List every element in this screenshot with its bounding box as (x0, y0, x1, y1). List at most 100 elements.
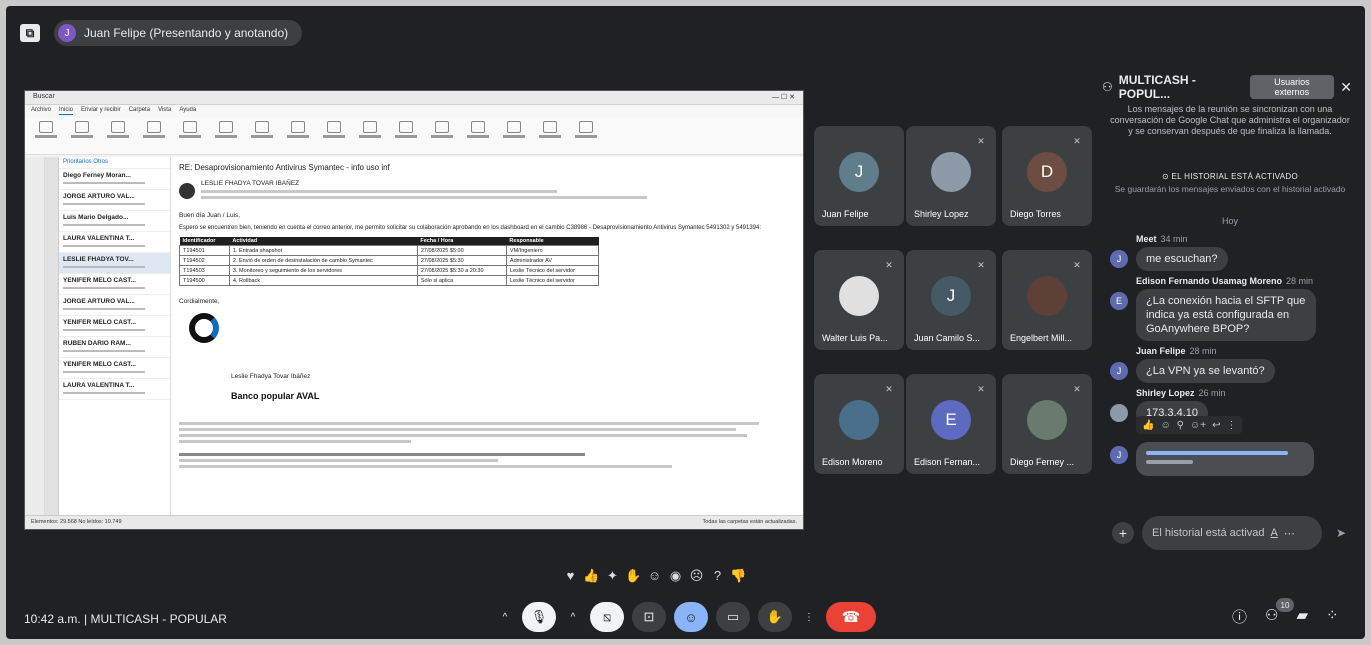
chat-panel: ⚇ MULTICASH - POPUL... Usuarios externos… (1102, 64, 1358, 584)
present-screen-icon[interactable]: ⊡ (632, 602, 666, 632)
participant-photo (1027, 400, 1067, 440)
mic-off-icon[interactable]: 🎙 (522, 602, 556, 632)
ribbon-button[interactable] (213, 121, 239, 149)
more-options-icon[interactable]: ⋯ (1284, 527, 1295, 540)
people-icon[interactable]: ⚇ (1265, 606, 1278, 627)
participant-tile[interactable]: ✕ Diego Ferney ... (1002, 374, 1092, 474)
mail-item-selected[interactable]: LESLIE FHADYA TOV... (59, 253, 170, 274)
more-options-icon[interactable]: ⋮ (800, 602, 818, 632)
outlook-search[interactable]: Buscar (33, 93, 55, 102)
participant-tile[interactable]: ✕ E Edison Fernan... (906, 374, 996, 474)
menu-enviar[interactable]: Enviar y recibir (81, 107, 121, 115)
ribbon-button[interactable] (537, 121, 563, 149)
audio-options-icon[interactable]: ^ (496, 602, 514, 632)
mail-item[interactable]: RUBEN DARIO RAM... (59, 337, 170, 358)
emoji-icon[interactable]: ☺ (1160, 420, 1170, 431)
close-icon[interactable]: ✕ (1340, 79, 1352, 96)
mail-item[interactable]: LAURA VALENTINA T... (59, 232, 170, 253)
raise-hand-icon[interactable]: ✋ (758, 602, 792, 632)
laugh-icon[interactable]: ☺ (646, 568, 663, 584)
ribbon-button[interactable] (105, 121, 131, 149)
thinking-icon[interactable]: ? (709, 568, 726, 584)
presenting-icon[interactable]: ⧉ (20, 24, 40, 42)
chat-icon[interactable]: ▰ (1296, 606, 1308, 627)
table-row: T194500 4. Rollback Sólo si aplica Leslie T… (179, 275, 600, 286)
party-icon[interactable]: ✦ (604, 568, 621, 584)
ribbon-button[interactable] (177, 121, 203, 149)
menu-inicio[interactable]: Inicio (59, 107, 74, 115)
participant-name: Diego Ferney ... (1010, 457, 1075, 467)
thumbs-down-icon[interactable]: 👎 (730, 568, 747, 584)
pin-icon[interactable]: ⚲ (1177, 420, 1184, 431)
chat-avatar: E (1110, 292, 1128, 310)
pending-message-bubble[interactable] (1136, 442, 1314, 476)
chat-message[interactable]: ¿La conexión hacia el SFTP que indica ya… (1136, 289, 1316, 341)
ribbon-button[interactable] (465, 121, 491, 149)
participant-avatar: D (1027, 152, 1067, 192)
chat-message[interactable]: ¿La VPN ya se levantó? (1136, 359, 1275, 383)
mail-item[interactable]: LAURA VALENTINA T... (59, 379, 170, 400)
ribbon-button[interactable] (429, 121, 455, 149)
heart-icon[interactable]: ♥ (562, 568, 579, 584)
participant-tile[interactable]: ✕ Walter Luis Pa... (814, 250, 904, 350)
mail-item[interactable]: YENIFER MELO CAST... (59, 358, 170, 379)
sender-row: LESLIE FHADYA TOVAR IBAÑEZ (179, 180, 795, 202)
thumbs-up-icon[interactable]: 👍 (583, 568, 600, 584)
clap-icon[interactable]: ✋ (625, 568, 642, 584)
leave-call-icon[interactable]: ☎ (826, 602, 876, 632)
format-text-icon[interactable]: A (1271, 527, 1278, 539)
menu-carpeta[interactable]: Carpeta (129, 107, 150, 115)
ribbon-button[interactable] (393, 121, 419, 149)
mail-item[interactable]: Diego Ferney Moran... (59, 169, 170, 190)
ribbon-button[interactable] (357, 121, 383, 149)
add-reaction-icon[interactable]: ☺+ (1190, 420, 1206, 431)
mail-item[interactable]: Luis Mario Delgado... (59, 211, 170, 232)
activities-icon[interactable]: ⁘ (1326, 606, 1339, 627)
outlook-menu: Archivo Inicio Enviar y recibir Carpeta … (25, 105, 803, 117)
menu-ayuda[interactable]: Ayuda (179, 107, 196, 115)
emoji-reaction-icon[interactable]: ☺ (674, 602, 708, 632)
outlook-body: Prioritarios Otros Diego Ferney Moran...… (25, 157, 803, 515)
ribbon-button[interactable] (249, 121, 275, 149)
chat-avatar (1110, 404, 1128, 422)
add-icon[interactable]: + (1112, 522, 1134, 544)
side-panel-controls: ⓘ ⚇ ▰ ⁘ (1232, 606, 1339, 627)
camera-off-icon[interactable]: ⧅ (590, 602, 624, 632)
participant-tile[interactable]: ✕ D Diego Torres (1002, 126, 1092, 226)
ribbon-button[interactable] (285, 121, 311, 149)
send-icon[interactable]: ➤ (1330, 522, 1352, 544)
info-icon[interactable]: ⓘ (1232, 606, 1247, 627)
participant-tile[interactable]: ✕ Edison Moreno (814, 374, 904, 474)
menu-archivo[interactable]: Archivo (31, 107, 51, 115)
reply-icon[interactable]: ↩ (1212, 420, 1220, 431)
chat-input[interactable]: El historial está activad A ⋯ (1142, 516, 1322, 550)
ribbon-button[interactable] (141, 121, 167, 149)
ribbon-button[interactable] (573, 121, 599, 149)
mail-item[interactable]: JORGE ARTURO VAL... (59, 190, 170, 211)
mic-off-icon (882, 134, 896, 148)
mic-off-icon: ✕ (885, 383, 893, 394)
mail-item[interactable]: JORGE ARTURO VAL... (59, 295, 170, 316)
reaction-strip: ♥ 👍 ✦ ✋ ☺ ◉ ☹ ? 👎 (562, 568, 747, 584)
ribbon-button[interactable] (321, 121, 347, 149)
mail-list-tabs[interactable]: Prioritarios Otros (59, 157, 170, 169)
mic-off-icon: ✕ (1073, 135, 1081, 146)
participant-tile[interactable]: ✕ J Juan Camilo S... (906, 250, 996, 350)
mail-item[interactable]: YENIFER MELO CAST... (59, 316, 170, 337)
ribbon-button[interactable] (33, 121, 59, 149)
participant-tile[interactable]: ✕ Engelbert Mill... (1002, 250, 1092, 350)
more-icon[interactable]: ⋮ (1226, 420, 1236, 431)
ribbon-button[interactable] (69, 121, 95, 149)
participant-tile[interactable]: ✕ Shirley Lopez (906, 126, 996, 226)
captions-icon[interactable]: ▭ (716, 602, 750, 632)
surprised-icon[interactable]: ◉ (667, 568, 684, 584)
chat-message[interactable]: me escuchan? (1136, 247, 1228, 271)
mail-item[interactable]: YENIFER MELO CAST... (59, 274, 170, 295)
menu-vista[interactable]: Vista (158, 107, 171, 115)
participant-tile[interactable]: J Juan Felipe (814, 126, 904, 226)
sad-icon[interactable]: ☹ (688, 568, 705, 584)
thumbs-up-icon[interactable]: 👍 (1142, 420, 1154, 431)
history-subtext: Se guardarán los mensajes enviados con e… (1114, 184, 1346, 194)
video-options-icon[interactable]: ^ (564, 602, 582, 632)
ribbon-button[interactable] (501, 121, 527, 149)
